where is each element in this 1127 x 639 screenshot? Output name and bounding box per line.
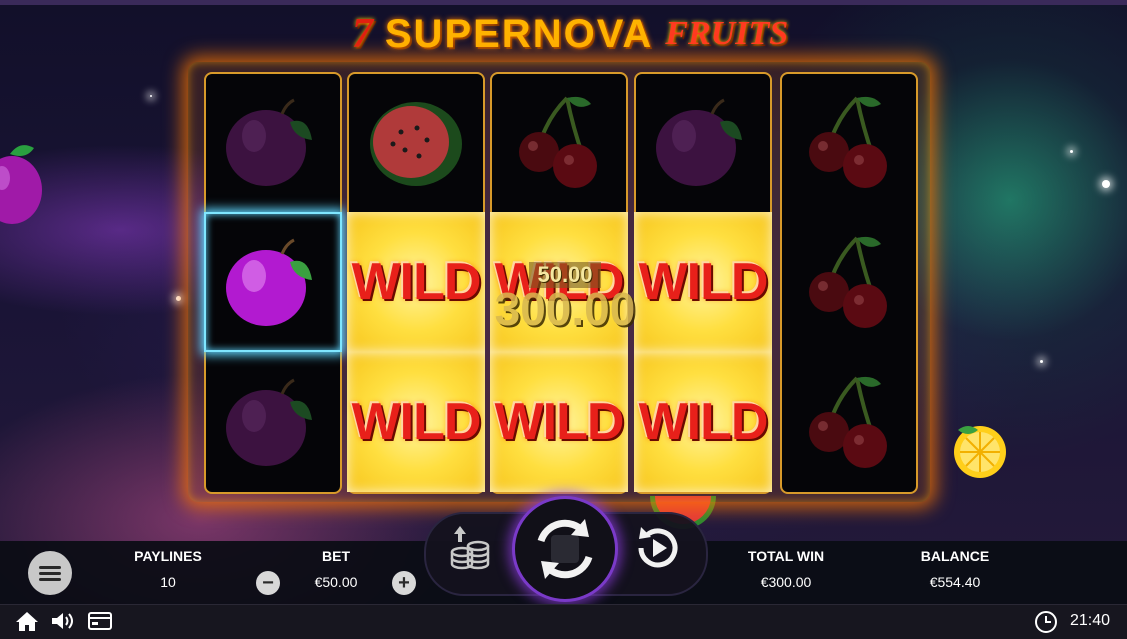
balance-value: €554.40 [929, 574, 981, 590]
wild-label: WILD [638, 393, 769, 451]
star [1040, 360, 1043, 363]
plum-symbol [204, 72, 342, 212]
coins-button[interactable] [444, 522, 492, 572]
sound-icon [52, 613, 73, 629]
cherry-symbol [780, 72, 918, 212]
wild-symbol: WILD [634, 352, 772, 492]
plum-symbol [634, 72, 772, 212]
system-bar [0, 604, 1127, 639]
sound-button[interactable] [50, 610, 76, 637]
lemon-decoration [948, 418, 1010, 485]
cherry-icon [519, 96, 597, 188]
plum-decoration [0, 140, 50, 235]
plum-icon [226, 98, 312, 186]
total-win-amount: 300.00 [494, 283, 636, 335]
autoplay-icon [638, 527, 678, 568]
wild-symbol: WILD [347, 352, 485, 492]
cherry-symbol [780, 212, 918, 352]
home-button[interactable] [14, 610, 40, 637]
spin-button[interactable] [512, 496, 618, 602]
plum-icon [226, 378, 312, 466]
star [150, 95, 152, 97]
paylines-label: PAYLINES [134, 548, 202, 564]
cherry-symbol [780, 352, 918, 492]
plum-icon [226, 238, 312, 326]
cherry-icon [809, 376, 887, 468]
top-border [0, 0, 1127, 5]
reel-5 [780, 72, 918, 494]
wild-label: WILD [351, 393, 482, 451]
star [1070, 150, 1073, 153]
cherry-icon [809, 236, 887, 328]
autoplay-button[interactable] [630, 520, 686, 576]
clock-icon [1034, 610, 1058, 639]
paylines-value: 10 [160, 574, 176, 590]
reel-1 [204, 72, 342, 494]
game-logo: 7 SUPERNOVA FRUITS [280, 8, 860, 60]
menu-button[interactable] [28, 551, 72, 595]
watermelon-symbol [347, 72, 485, 212]
paytable-icon [88, 612, 112, 630]
hamburger-icon [39, 563, 61, 584]
clock-time: 21:40 [1070, 612, 1111, 629]
cherry-symbol [490, 72, 628, 212]
paytable-button[interactable] [87, 610, 113, 637]
spin-arrows-icon [537, 519, 593, 579]
home-icon [16, 612, 38, 631]
logo-subtitle: FRUITS [665, 15, 789, 52]
plum-symbol [204, 212, 342, 352]
total-win-value: €300.00 [760, 574, 812, 590]
wild-symbol: WILD [490, 352, 628, 492]
logo-number: 7 [351, 11, 373, 57]
coin-stack-icon [450, 526, 490, 570]
bet-increase-button[interactable]: + [392, 571, 416, 595]
balance-label: BALANCE [920, 548, 990, 564]
plum-icon [656, 98, 742, 186]
star [176, 296, 181, 301]
bet-label: BET [322, 548, 350, 564]
wild-label: WILD [494, 393, 625, 451]
total-win-label: TOTAL WIN [747, 548, 825, 564]
bet-value: €50.00 [314, 574, 358, 590]
watermelon-icon [370, 102, 462, 186]
cherry-icon [809, 96, 887, 188]
win-overlay: 50.00 300.00 [450, 262, 680, 346]
logo-title: SUPERNOVA [384, 11, 654, 56]
star [1102, 180, 1110, 188]
plum-symbol [204, 352, 342, 492]
bet-decrease-button[interactable]: − [256, 571, 280, 595]
